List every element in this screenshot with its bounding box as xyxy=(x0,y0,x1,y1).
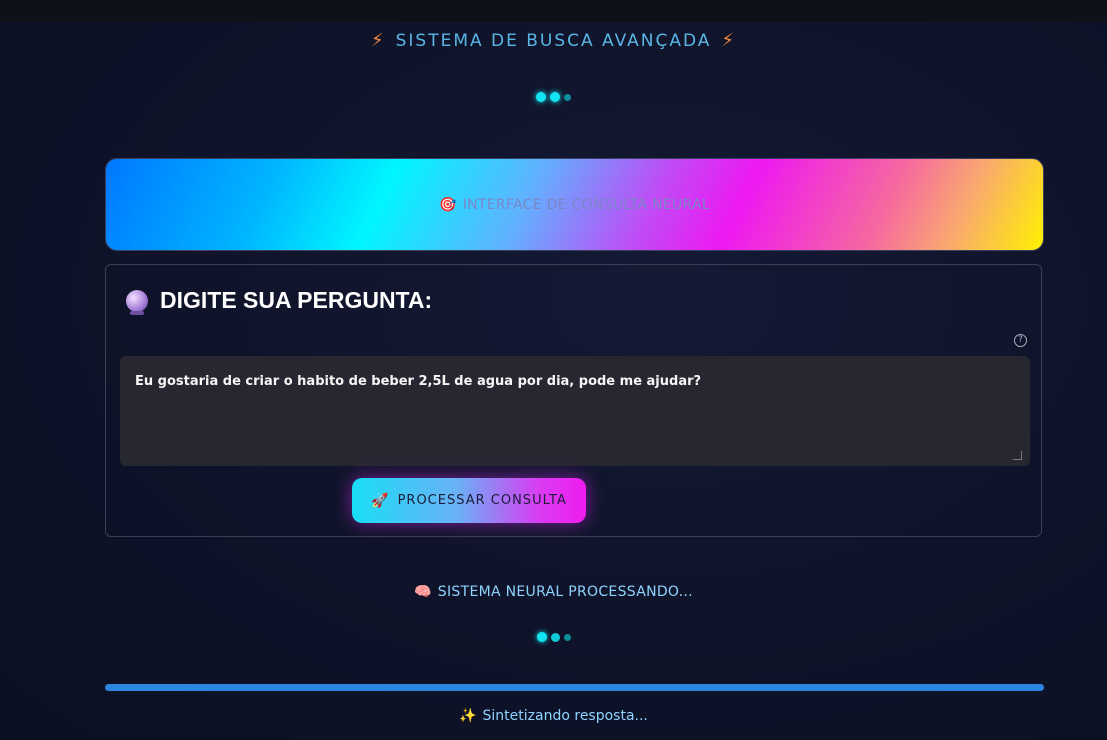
question-heading-text: DIGITE SUA PERGUNTA: xyxy=(160,287,433,313)
loading-dot xyxy=(563,633,571,641)
system-title: ⚡ SISTEMA DE BUSCA AVANÇADA ⚡ xyxy=(0,30,1107,51)
loading-dots-top xyxy=(0,92,1107,102)
banner-text: 🎯 INTERFACE DE CONSULTA NEURAL xyxy=(439,197,710,213)
banner-label: INTERFACE DE CONSULTA NEURAL xyxy=(462,196,710,213)
loading-dot xyxy=(536,92,546,102)
process-button-label: PROCESSAR CONSULTA xyxy=(397,493,567,508)
neural-interface-banner: 🎯 INTERFACE DE CONSULTA NEURAL xyxy=(105,158,1044,251)
loading-dot xyxy=(536,632,547,642)
loading-dot xyxy=(550,92,560,102)
system-title-text: SISTEMA DE BUSCA AVANÇADA xyxy=(395,31,712,51)
resize-grip-icon[interactable] xyxy=(1013,451,1022,460)
synthesis-status: ✨ Sintetizando resposta... xyxy=(0,708,1107,724)
loading-dots-bottom xyxy=(0,632,1107,642)
question-input[interactable]: Eu gostaria de criar o habito de beber 2… xyxy=(120,356,1030,466)
neural-status: 🧠 SISTEMA NEURAL PROCESSANDO... xyxy=(0,584,1107,600)
question-heading: DIGITE SUA PERGUNTA: xyxy=(126,287,433,315)
target-icon: 🎯 xyxy=(439,196,457,213)
question-card: DIGITE SUA PERGUNTA: ? Eu gostaria de cr… xyxy=(105,264,1042,537)
loading-dot xyxy=(550,632,560,642)
sparkles-icon: ✨ xyxy=(459,708,477,724)
progress-bar xyxy=(105,684,1044,691)
help-icon[interactable]: ? xyxy=(1014,334,1027,347)
top-toolbar xyxy=(0,0,1107,22)
process-query-button[interactable]: 🚀 PROCESSAR CONSULTA xyxy=(352,478,586,523)
lightning-icon: ⚡ xyxy=(370,30,386,51)
brain-icon: 🧠 xyxy=(414,584,432,600)
rocket-icon: 🚀 xyxy=(371,492,390,509)
synthesis-status-text: Sintetizando resposta... xyxy=(482,708,648,724)
lightning-icon: ⚡ xyxy=(721,30,737,51)
neural-status-text: SISTEMA NEURAL PROCESSANDO... xyxy=(437,584,693,600)
progress-bar-fill xyxy=(105,684,1044,691)
loading-dot xyxy=(564,93,571,101)
crystal-ball-icon xyxy=(126,289,148,315)
